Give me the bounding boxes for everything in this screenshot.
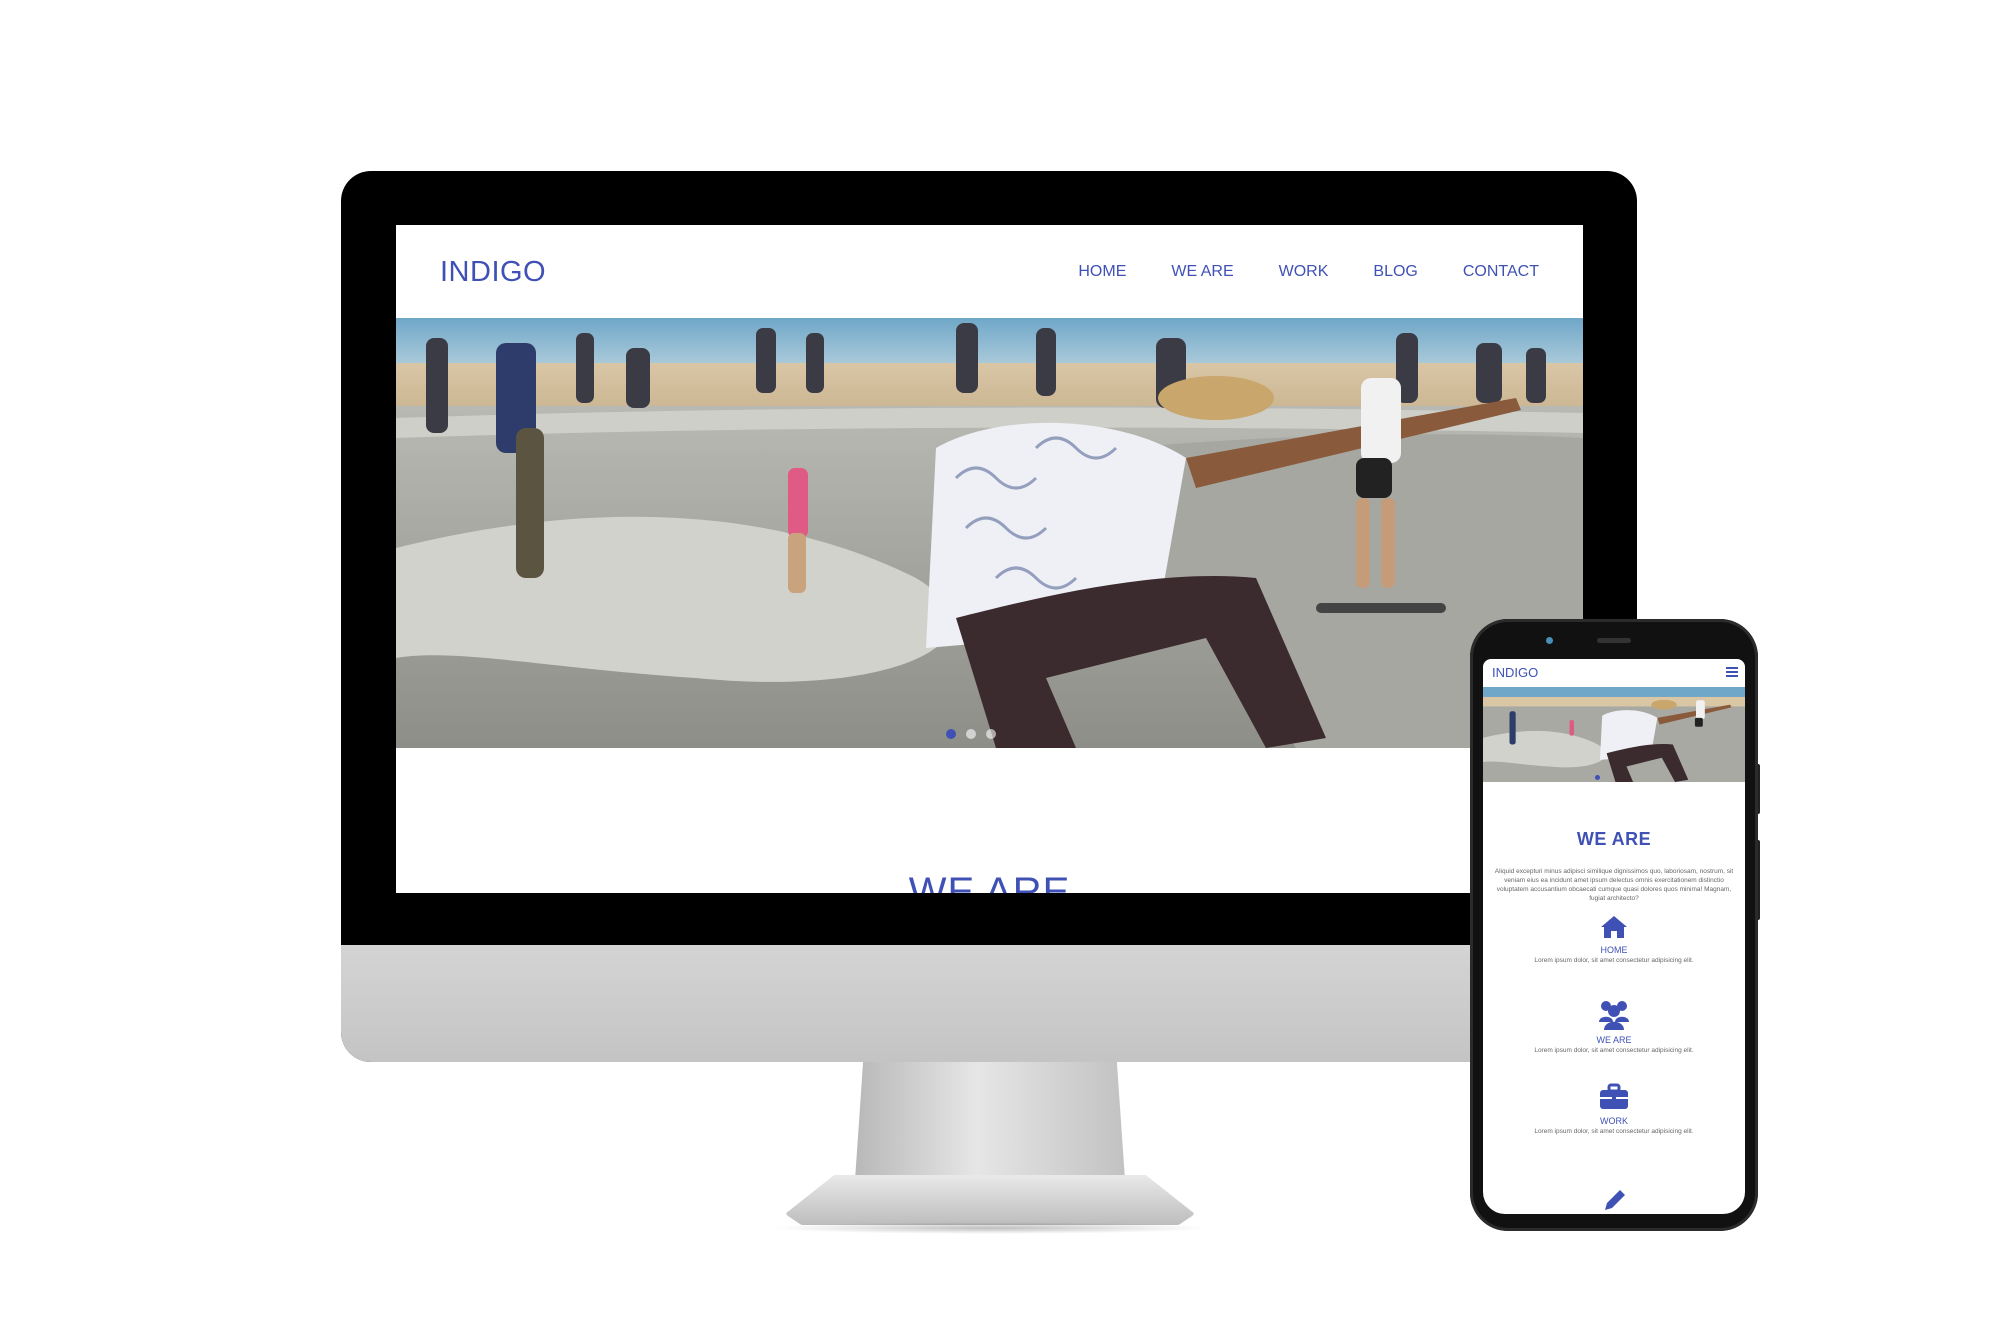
mobile-screen: INDIGO WE ARE Aliquid excepturi minus ad (1483, 659, 1745, 1214)
feature-title: WE ARE (1596, 1035, 1632, 1045)
feature-text: Lorem ipsum dolor, sit amet consectetur … (1534, 1047, 1694, 1054)
feature-home: HOME Lorem ipsum dolor, sit amet consect… (1483, 914, 1745, 964)
carousel-dot[interactable] (966, 729, 976, 739)
feature-title: WORK (1600, 1116, 1628, 1126)
mobile-section-title: WE ARE (1576, 829, 1652, 849)
nav-contact[interactable]: CONTACT (1463, 263, 1539, 281)
section-title: WE ARE (908, 870, 1071, 893)
mobile-header: INDIGO (1483, 659, 1745, 687)
carousel-dot-active[interactable] (946, 729, 956, 739)
site-header: INDIGO HOME WE ARE WORK BLOG CONTACT (396, 225, 1583, 318)
mobile-phone: INDIGO WE ARE Aliquid excepturi minus ad (1470, 619, 1758, 1231)
mobile-hero-image (1483, 687, 1745, 782)
feature-text: Lorem ipsum dolor, sit amet consectetur … (1534, 1128, 1694, 1135)
mobile-logo[interactable]: INDIGO (1492, 665, 1538, 680)
users-icon (1599, 1001, 1629, 1030)
nav-work[interactable]: WORK (1279, 263, 1329, 281)
hero-image (396, 318, 1583, 748)
desktop-screen: INDIGO HOME WE ARE WORK BLOG CONTACT WE … (396, 225, 1583, 893)
home-icon (1601, 916, 1627, 938)
feature-work: WORK Lorem ipsum dolor, sit amet consect… (1483, 1083, 1745, 1135)
desktop-monitor: INDIGO HOME WE ARE WORK BLOG CONTACT WE … (341, 171, 1637, 1062)
pencil-icon (1605, 1190, 1625, 1210)
hero-carousel (396, 318, 1583, 748)
briefcase-icon (1600, 1083, 1628, 1109)
mobile-carousel-dot[interactable] (1595, 775, 1600, 780)
mobile-hero (1483, 687, 1745, 782)
carousel-dots (946, 729, 996, 739)
mobile-section-paragraph: Aliquid excepturi minus adipisci similiq… (1494, 868, 1734, 902)
nav-we-are[interactable]: WE ARE (1171, 263, 1233, 281)
feature-we-are: WE ARE Lorem ipsum dolor, sit amet conse… (1483, 998, 1745, 1054)
camera-icon (1546, 637, 1553, 644)
feature-blog (1483, 1187, 1745, 1214)
main-nav: HOME WE ARE WORK BLOG CONTACT (1078, 263, 1539, 281)
monitor-shadow (770, 1222, 1210, 1234)
monitor-stand (855, 1062, 1125, 1180)
nav-home[interactable]: HOME (1078, 263, 1126, 281)
feature-text: Lorem ipsum dolor, sit amet consectetur … (1534, 957, 1694, 964)
monitor-base (785, 1175, 1195, 1225)
nav-blog[interactable]: BLOG (1373, 263, 1417, 281)
site-logo[interactable]: INDIGO (440, 256, 546, 289)
hamburger-menu-icon[interactable] (1726, 667, 1738, 677)
carousel-dot[interactable] (986, 729, 996, 739)
feature-title: HOME (1600, 945, 1628, 955)
monitor-chin (341, 945, 1637, 1062)
phone-speaker (1597, 638, 1631, 643)
